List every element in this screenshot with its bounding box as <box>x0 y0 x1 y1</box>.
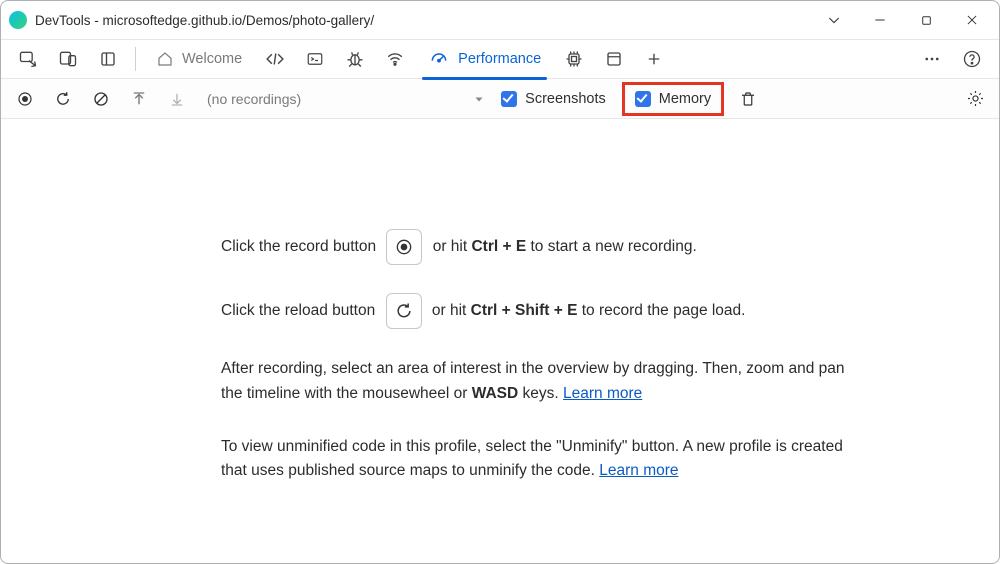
memory-highlight: Memory <box>622 82 724 116</box>
memory-checkbox[interactable]: Memory <box>629 89 717 109</box>
help-paragraph-reload: Click the reload button or hit Ctrl + Sh… <box>221 293 861 329</box>
device-emulation-button[interactable] <box>51 44 85 74</box>
dropdown-chevron-icon <box>473 93 485 105</box>
download-icon <box>168 90 186 108</box>
wifi-icon <box>385 50 405 68</box>
record-icon <box>394 237 414 257</box>
inline-reload-button[interactable] <box>386 293 422 329</box>
memory-checkbox-input[interactable] <box>635 91 651 107</box>
more-icon <box>923 50 941 68</box>
tab-network[interactable] <box>378 44 412 74</box>
tab-welcome[interactable]: Welcome <box>146 39 252 79</box>
close-button[interactable] <box>949 4 995 36</box>
main-tabstrip: Welcome Performance <box>1 39 999 79</box>
more-tools-button[interactable] <box>915 44 949 74</box>
reload-icon <box>54 90 72 108</box>
separator <box>135 47 136 71</box>
tab-elements[interactable] <box>258 44 292 74</box>
clear-button[interactable] <box>87 85 115 113</box>
maximize-icon <box>920 14 933 27</box>
caret-down-button[interactable] <box>811 4 857 36</box>
minimize-button[interactable] <box>857 4 903 36</box>
performance-icon <box>428 49 450 69</box>
record-icon <box>16 90 34 108</box>
activity-bar-button[interactable] <box>91 44 125 74</box>
titlebar: DevTools - microsoftedge.github.io/Demos… <box>1 1 999 39</box>
trash-icon <box>739 90 757 108</box>
chevron-down-icon <box>826 12 842 28</box>
tab-memory[interactable] <box>557 44 591 74</box>
upload-profile-button[interactable] <box>125 85 153 113</box>
help-paragraph-record: Click the record button or hit Ctrl + E … <box>221 229 861 265</box>
plus-icon <box>645 50 663 68</box>
devtools-window: DevTools - microsoftedge.github.io/Demos… <box>0 0 1000 564</box>
close-icon <box>965 13 979 27</box>
inline-record-button[interactable] <box>386 229 422 265</box>
minimize-icon <box>873 13 887 27</box>
help-paragraph-overview: After recording, select an area of inter… <box>221 357 861 407</box>
elements-icon <box>264 49 286 69</box>
reload-icon <box>394 301 414 321</box>
inspect-icon <box>18 49 38 69</box>
new-tab-button[interactable] <box>637 44 671 74</box>
learn-more-link-overview[interactable]: Learn more <box>563 385 642 402</box>
tab-performance-label: Performance <box>458 51 541 67</box>
performance-toolbar: (no recordings) Screenshots Memory <box>1 79 999 119</box>
home-icon <box>156 50 174 68</box>
garbage-collect-button[interactable] <box>734 85 762 113</box>
download-profile-button[interactable] <box>163 85 191 113</box>
vertical-panel-icon <box>99 50 117 68</box>
capture-settings-button[interactable] <box>961 85 989 113</box>
tab-performance[interactable]: Performance <box>418 39 551 79</box>
window-title: DevTools - microsoftedge.github.io/Demos… <box>35 13 374 28</box>
maximize-button[interactable] <box>903 4 949 36</box>
gear-icon <box>966 89 985 108</box>
devices-icon <box>58 49 78 69</box>
screenshots-checkbox[interactable]: Screenshots <box>495 89 612 109</box>
tab-sources[interactable] <box>338 44 372 74</box>
learn-more-link-unminify[interactable]: Learn more <box>599 462 678 479</box>
tab-welcome-label: Welcome <box>182 51 242 67</box>
performance-landing: Click the record button or hit Ctrl + E … <box>1 119 999 563</box>
help-paragraph-unminify: To view unminified code in this profile,… <box>221 435 861 485</box>
help-icon <box>962 49 982 69</box>
inspect-element-button[interactable] <box>11 44 45 74</box>
tab-application[interactable] <box>597 44 631 74</box>
screenshots-checkbox-label: Screenshots <box>525 91 606 107</box>
reload-record-button[interactable] <box>49 85 77 113</box>
upload-icon <box>130 90 148 108</box>
help-button[interactable] <box>955 44 989 74</box>
memory-checkbox-label: Memory <box>659 91 711 107</box>
tab-console[interactable] <box>298 44 332 74</box>
recordings-dropdown-label: (no recordings) <box>207 91 301 107</box>
record-button[interactable] <box>11 85 39 113</box>
recordings-dropdown[interactable]: (no recordings) <box>207 91 485 107</box>
screenshots-checkbox-input[interactable] <box>501 91 517 107</box>
edge-app-icon <box>9 11 27 29</box>
application-icon <box>605 50 623 68</box>
clear-icon <box>92 90 110 108</box>
console-icon <box>305 50 325 68</box>
chip-icon <box>564 49 584 69</box>
bug-icon <box>345 49 365 69</box>
